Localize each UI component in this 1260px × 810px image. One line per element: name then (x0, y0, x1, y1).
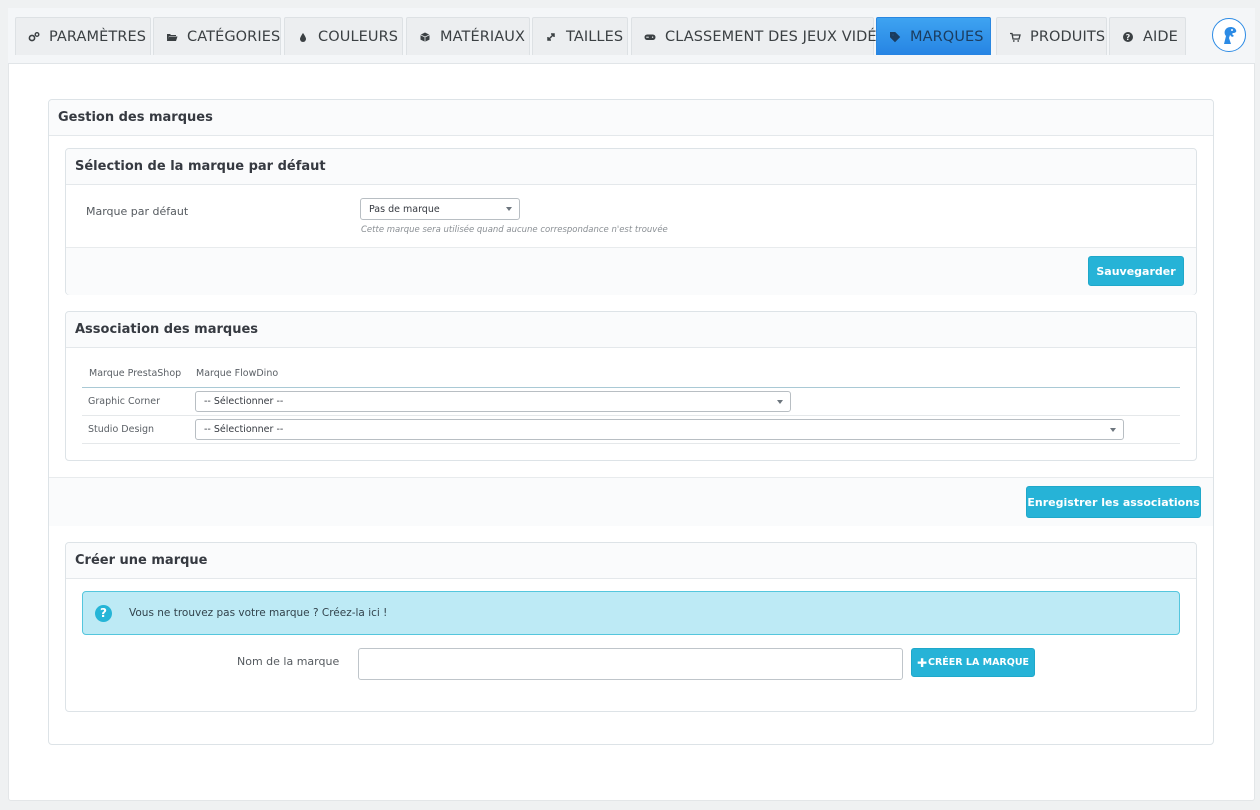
tab-label: COULEURS (318, 28, 399, 45)
tab-parametres[interactable]: PARAMÈTRES (15, 17, 151, 55)
cart-icon (1009, 31, 1021, 43)
col-prestashop-brand: Marque PrestaShop (89, 368, 182, 379)
create-brand-button[interactable]: ✚ CRÉER LA MARQUE (911, 648, 1035, 677)
cube-icon (419, 31, 431, 43)
table-header-divider (82, 387, 1180, 388)
default-brand-selected: Pas de marque (369, 203, 440, 215)
brand-name-input[interactable] (358, 648, 903, 680)
tab-label: CATÉGORIES (187, 28, 281, 45)
create-brand-label: CRÉER LA MARQUE (928, 657, 1030, 668)
tab-aide[interactable]: ? AIDE (1109, 17, 1186, 55)
chevron-down-icon (506, 207, 512, 211)
association-title: Association des marques (66, 312, 1196, 348)
chevron-down-icon (777, 400, 783, 404)
gamepad-icon (644, 31, 656, 43)
tab-label: PARAMÈTRES (49, 28, 147, 45)
flowdino-brand-select[interactable]: -- Sélectionner -- (195, 419, 1124, 440)
question-circle-icon: ? (1122, 31, 1134, 43)
gears-icon (28, 31, 40, 43)
tab-label: MATÉRIAUX (440, 28, 526, 45)
row-divider (82, 415, 1180, 416)
tab-label: PRODUITS (1030, 28, 1106, 45)
brand-name-label: Nom de la marque (237, 655, 340, 668)
folder-open-icon (166, 31, 178, 43)
row-divider (82, 443, 1180, 444)
tab-tailles[interactable]: TAILLES (532, 17, 628, 55)
create-brand-title: Créer une marque (66, 543, 1196, 579)
default-brand-hint: Cette marque sera utilisée quand aucune … (361, 225, 668, 235)
tab-produits[interactable]: PRODUITS (996, 17, 1107, 55)
save-default-brand-button[interactable]: Sauvegarder (1088, 256, 1184, 286)
flowdino-brand-select[interactable]: -- Sélectionner -- (195, 391, 791, 412)
tab-bar: PARAMÈTRES CATÉGORIES COULEURS MATÉRIAUX… (8, 8, 1255, 64)
prestashop-brand-name: Graphic Corner (88, 396, 160, 407)
tab-label: MARQUES (910, 28, 984, 45)
col-flowdino-brand: Marque FlowDino (196, 368, 279, 379)
tab-marques[interactable]: MARQUES (876, 17, 991, 55)
prestashop-brand-name: Studio Design (88, 424, 155, 435)
default-brand-footer (66, 247, 1196, 295)
default-brand-panel: Sélection de la marque par défaut (65, 148, 1197, 295)
expand-arrows-icon (545, 31, 557, 43)
info-alert: ? Vous ne trouvez pas votre marque ? Cré… (82, 591, 1180, 635)
question-circle-icon: ? (95, 604, 112, 622)
flowdino-brand-selected: -- Sélectionner -- (204, 424, 284, 435)
default-brand-label: Marque par défaut (86, 205, 189, 218)
droplet-icon (297, 31, 309, 43)
panel-title: Gestion des marques (49, 100, 1213, 136)
tag-icon (889, 31, 901, 43)
tab-label: AIDE (1143, 28, 1178, 45)
dino-logo-icon[interactable] (1212, 18, 1246, 52)
tab-materiaux[interactable]: MATÉRIAUX (406, 17, 530, 55)
chevron-down-icon (1110, 428, 1116, 432)
default-brand-title: Sélection de la marque par défaut (66, 149, 1196, 185)
plus-icon: ✚ (916, 655, 928, 670)
flowdino-brand-selected: -- Sélectionner -- (204, 396, 284, 407)
svg-text:?: ? (1126, 33, 1131, 42)
tab-couleurs[interactable]: COULEURS (284, 17, 403, 55)
default-brand-select[interactable]: Pas de marque (360, 198, 520, 220)
tab-categories[interactable]: CATÉGORIES (153, 17, 281, 55)
tab-label: TAILLES (566, 28, 624, 45)
tab-classement-jeux-video[interactable]: CLASSEMENT DES JEUX VIDÉO (631, 17, 888, 55)
alert-message: Vous ne trouvez pas votre marque ? Créez… (129, 607, 388, 619)
tab-label: CLASSEMENT DES JEUX VIDÉO (665, 28, 889, 45)
save-associations-button[interactable]: Enregistrer les associations (1026, 486, 1201, 518)
